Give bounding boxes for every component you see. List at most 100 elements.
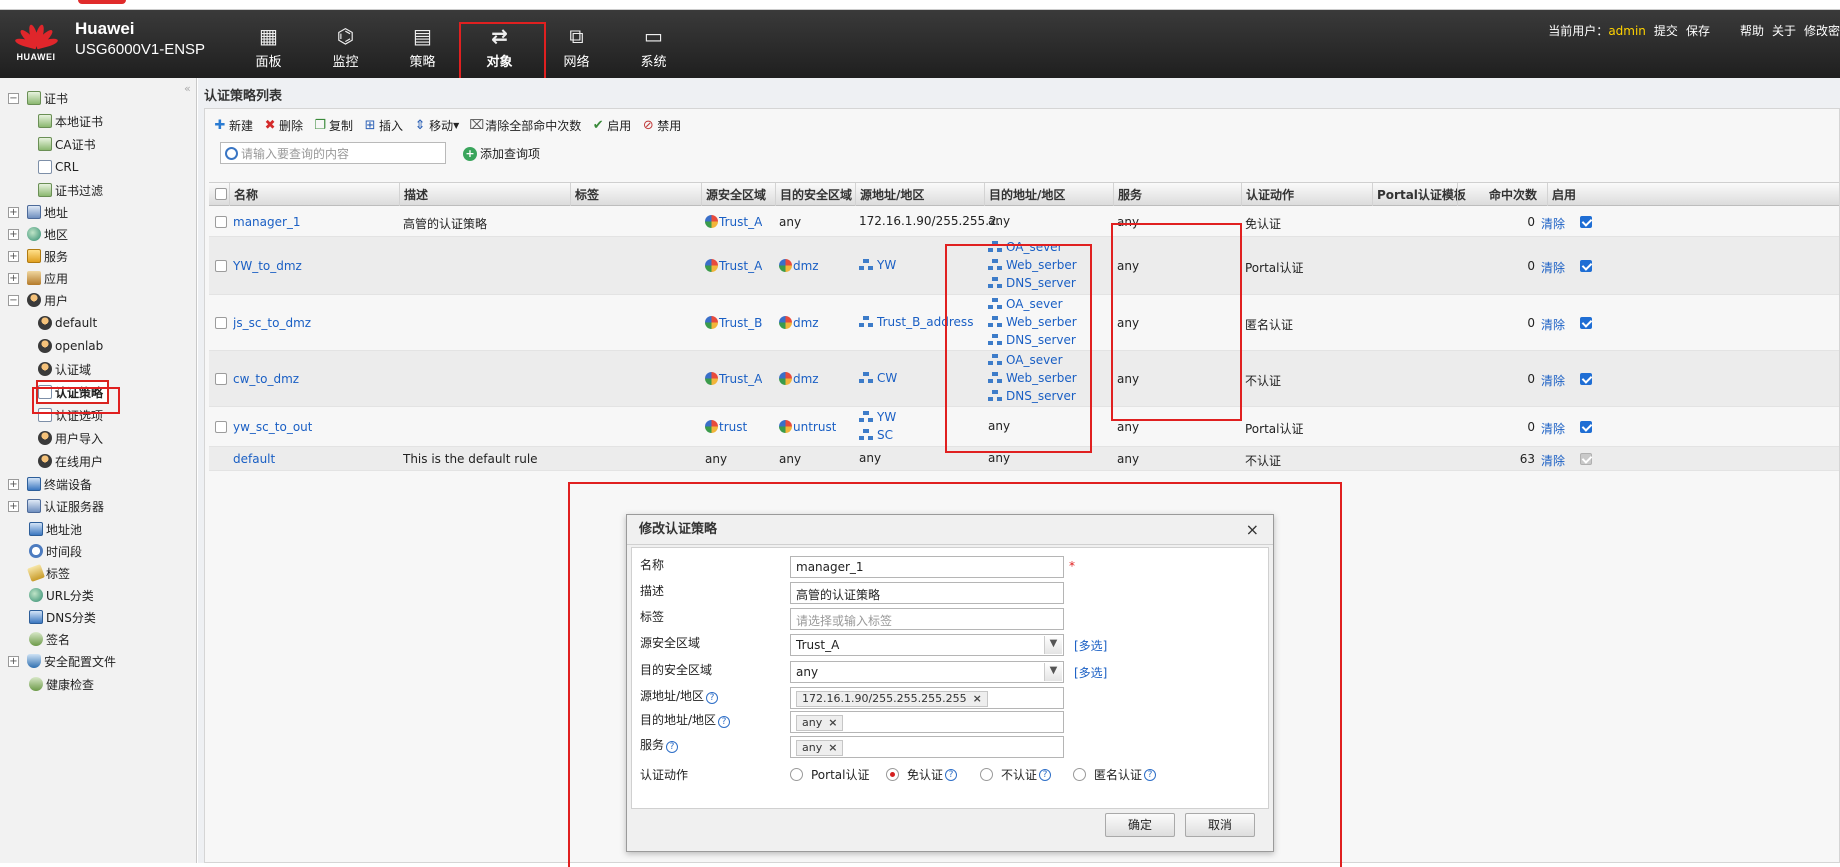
sidebar-item-auth-domain[interactable]: 认证域 [38, 359, 91, 379]
src-address[interactable]: YW [859, 410, 896, 424]
auth-action-radio[interactable]: Portal认证 [790, 766, 869, 783]
sidebar-item-security-profile[interactable]: + 安全配置文件 [8, 651, 116, 671]
enable-checkbox[interactable] [1580, 421, 1592, 433]
sidebar-item-auth-policy[interactable]: 认证策略 [35, 380, 110, 404]
radio-circle[interactable] [980, 768, 993, 781]
collapse-sidebar-icon[interactable]: « [184, 82, 191, 95]
dst-zone[interactable]: untrust [779, 420, 836, 434]
sidebar-item-tag[interactable]: 标签 [27, 563, 70, 583]
enable-checkbox[interactable] [1580, 373, 1592, 385]
src-addr-field[interactable]: 172.16.1.90/255.255.255.255 × [790, 687, 1064, 709]
src-zone[interactable]: Trust_A [705, 259, 762, 273]
dst-address[interactable]: OA_sever [988, 240, 1063, 254]
row-checkbox[interactable] [215, 317, 227, 329]
sidebar-item-url-category[interactable]: URL分类 [29, 585, 94, 605]
chevron-down-icon[interactable]: ▼ [1044, 663, 1062, 681]
sidebar-item-terminal-device[interactable]: + 终端设备 [8, 474, 92, 494]
table-row[interactable]: cw_to_dmz Trust_A dmz CW OA_sever Web_serber D… [209, 351, 1839, 407]
table-row[interactable]: manager_1 高管的认证策略 Trust_A any 172.16.1.90/25… [209, 206, 1839, 237]
auth-action-radio[interactable]: 匿名认证? [1073, 766, 1157, 783]
dst-zone[interactable]: dmz [779, 316, 819, 330]
dst-zone-multi-select[interactable]: [多选] [1074, 664, 1107, 681]
dst-address[interactable]: DNS_server [988, 389, 1076, 403]
move-button[interactable]: ⇕ 移动 ▼ [413, 117, 460, 134]
username[interactable]: admin [1608, 24, 1646, 38]
clear-hits-link[interactable]: 清除 [1541, 316, 1565, 333]
sidebar-item-dns-category[interactable]: DNS分类 [29, 607, 96, 627]
column-header[interactable]: 源安全区域 [701, 183, 775, 207]
enable-button[interactable]: ✔ 启用 [591, 117, 631, 134]
clear-hits-button[interactable]: ⌧ 清除全部命中次数 [469, 117, 581, 134]
name-field[interactable]: manager_1 [790, 556, 1064, 578]
dst-address[interactable]: Web_serber [988, 371, 1077, 385]
sidebar-item-certificate-filter[interactable]: 证书过滤 [38, 180, 103, 200]
src-zone[interactable]: Trust_A [705, 215, 762, 229]
dst-zone[interactable]: dmz [779, 259, 819, 273]
sidebar-item-application[interactable]: + 应用 [8, 268, 68, 288]
disable-button[interactable]: ⊘ 禁用 [641, 117, 681, 134]
collapse-icon[interactable]: − [8, 92, 19, 104]
row-checkbox[interactable] [215, 260, 227, 272]
dst-address[interactable]: OA_sever [988, 297, 1063, 311]
expand-icon[interactable]: + [8, 228, 19, 240]
remove-chip-icon[interactable]: × [828, 741, 837, 754]
about-link[interactable]: 关于 [1772, 24, 1796, 38]
enable-checkbox[interactable] [1580, 317, 1592, 329]
save-link[interactable]: 保存 [1686, 24, 1710, 38]
dst-address[interactable]: DNS_server [988, 333, 1076, 347]
sidebar-item-region[interactable]: + 地区 [8, 224, 68, 244]
tag-field[interactable]: 请选择或输入标签 [790, 608, 1064, 630]
service-field[interactable]: any × [790, 736, 1064, 758]
change-password-link[interactable]: 修改密 [1804, 24, 1840, 38]
policy-name-link[interactable]: js_sc_to_dmz [233, 316, 311, 330]
expand-icon[interactable]: + [8, 655, 19, 667]
clear-hits-link[interactable]: 清除 [1541, 259, 1565, 276]
policy-name-link[interactable]: default [233, 452, 275, 466]
help-icon[interactable]: ? [718, 716, 731, 728]
table-row[interactable]: YW_to_dmz Trust_A dmz YW OA_sever Web_serber D… [209, 237, 1839, 295]
policy-name-link[interactable]: manager_1 [233, 215, 301, 229]
auth-action-radio[interactable]: 不认证? [980, 766, 1052, 783]
column-header[interactable]: 目的地址/地区 [984, 183, 1113, 207]
dst-address[interactable]: Web_serber [988, 258, 1077, 272]
radio-circle[interactable] [1073, 768, 1086, 781]
add-query-button[interactable]: + 添加查询项 [463, 145, 540, 162]
sidebar-item-ca-certificate[interactable]: CA证书 [38, 134, 96, 154]
sidebar-item-address[interactable]: + 地址 [8, 202, 68, 222]
nav-item-dashboard[interactable]: ▦ 面板 [230, 10, 307, 78]
column-header[interactable]: 命中次数 [1457, 183, 1547, 207]
help-icon[interactable]: ? [1039, 768, 1052, 781]
delete-button[interactable]: ✖ 删除 [263, 117, 303, 134]
sidebar-item-service[interactable]: + 服务 [8, 246, 68, 266]
cancel-button[interactable]: 取消 [1185, 813, 1255, 837]
src-address[interactable]: Trust_B_address [859, 315, 973, 329]
row-checkbox[interactable] [215, 216, 227, 228]
clear-hits-link[interactable]: 清除 [1541, 215, 1565, 232]
search-input[interactable]: 请输入要查询的内容 [220, 142, 446, 164]
column-header[interactable]: 目的安全区域 [775, 183, 855, 207]
row-checkbox[interactable] [215, 373, 227, 385]
clear-hits-link[interactable]: 清除 [1541, 372, 1565, 389]
expand-icon[interactable]: + [8, 250, 19, 262]
dst-addr-field[interactable]: any × [790, 711, 1064, 733]
nav-item-system[interactable]: ▭ 系统 [615, 10, 692, 78]
collapse-icon[interactable]: − [8, 294, 19, 306]
table-row[interactable]: yw_sc_to_out trust untrust YW SC any any Portal… [209, 407, 1839, 447]
enable-checkbox[interactable] [1580, 260, 1592, 272]
sidebar-item-crl[interactable]: CRL [38, 157, 78, 177]
select-all-checkbox[interactable] [215, 188, 227, 200]
sidebar-item-time-range[interactable]: 时间段 [29, 541, 82, 561]
policy-name-link[interactable]: yw_sc_to_out [233, 420, 312, 434]
sidebar-item-health-check[interactable]: 健康检查 [29, 674, 94, 694]
src-address[interactable]: CW [859, 371, 897, 385]
help-icon[interactable]: ? [1144, 768, 1157, 781]
column-header[interactable]: 标签 [570, 183, 701, 207]
src-zone[interactable]: Trust_A [705, 372, 762, 386]
add-button[interactable]: ✚ 新建 [213, 117, 253, 134]
nav-item-policy[interactable]: ▤ 策略 [384, 10, 461, 78]
src-address[interactable]: YW [859, 258, 896, 272]
sidebar-item-auth-server[interactable]: + 认证服务器 [8, 496, 104, 516]
src-zone-multi-select[interactable]: [多选] [1074, 637, 1107, 654]
table-row[interactable]: default This is the default rule any any any… [209, 447, 1839, 471]
sidebar-item-user[interactable]: − 用户 [8, 290, 68, 310]
